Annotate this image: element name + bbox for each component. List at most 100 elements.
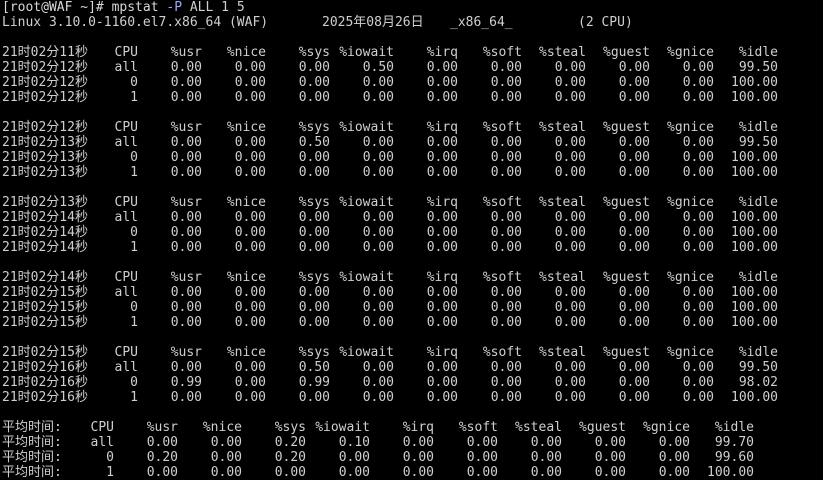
stat-row: 21时02分13秒 1 0.00 0.00 0.00 0.00 0.00 0.00 0.00 0.… <box>0 165 823 180</box>
average-iowait: 0.10 <box>338 435 370 450</box>
stat-idle: 100.00 <box>731 165 778 180</box>
stat-guest: 0.00 <box>618 75 650 90</box>
column-header-usr: %usr <box>170 195 202 210</box>
average-header-irq: %irq <box>402 420 434 435</box>
stat-iowait: 0.50 <box>362 60 394 75</box>
stat-idle: 100.00 <box>731 150 778 165</box>
command-text: [root@WAF ~]# mpstat <box>2 0 167 15</box>
column-header-guest: %guest <box>603 120 650 135</box>
average-iowait: 0.00 <box>338 450 370 465</box>
stat-steal: 0.00 <box>554 315 586 330</box>
stat-irq: 0.00 <box>426 360 458 375</box>
stat-irq: 0.00 <box>426 375 458 390</box>
stat-cpu: 1 <box>130 90 138 105</box>
stat-idle: 99.50 <box>738 135 778 150</box>
stat-soft: 0.00 <box>490 135 522 150</box>
column-header-soft: %soft <box>482 345 522 360</box>
stat-row: 21时02分14秒 all 0.00 0.00 0.00 0.00 0.00 0.00 0.00… <box>0 210 823 225</box>
column-header-usr: %usr <box>170 345 202 360</box>
stat-gnice: 0.00 <box>682 210 714 225</box>
stat-idle: 99.50 <box>738 360 778 375</box>
stat-nice: 0.00 <box>234 375 266 390</box>
stat-row: 21时02分12秒 1 0.00 0.00 0.00 0.00 0.00 0.00 0.00 0.… <box>0 90 823 105</box>
column-header-irq: %irq <box>426 270 458 285</box>
header-timestamp: 21时02分11秒 <box>2 45 88 60</box>
header-timestamp: 21时02分12秒 <box>2 120 88 135</box>
stat-gnice: 0.00 <box>682 375 714 390</box>
average-iowait: 0.00 <box>338 465 370 480</box>
column-header-irq: %irq <box>426 45 458 60</box>
column-header-irq: %irq <box>426 195 458 210</box>
average-idle: 99.60 <box>714 450 754 465</box>
stat-cpu: 0 <box>130 75 138 90</box>
average-guest: 0.00 <box>594 435 626 450</box>
stat-row: 21时02分16秒 1 0.00 0.00 0.00 0.00 0.00 0.00 0.00 0.… <box>0 390 823 405</box>
header-timestamp: 21时02分14秒 <box>2 270 88 285</box>
average-irq: 0.00 <box>402 465 434 480</box>
stat-soft: 0.00 <box>490 300 522 315</box>
stat-cpu: 1 <box>130 390 138 405</box>
average-steal: 0.00 <box>530 465 562 480</box>
stat-idle: 100.00 <box>731 210 778 225</box>
terminal-window[interactable]: [root@WAF ~]# mpstat -P ALL 1 5 Linux 3.… <box>0 0 823 480</box>
stat-cpu: 1 <box>130 165 138 180</box>
average-usr: 0.00 <box>146 435 178 450</box>
stat-nice: 0.00 <box>234 285 266 300</box>
stat-steal: 0.00 <box>554 150 586 165</box>
stat-cpu: 1 <box>130 315 138 330</box>
column-header-idle: %idle <box>738 270 778 285</box>
average-label: 平均时间: <box>2 450 62 465</box>
stat-soft: 0.00 <box>490 90 522 105</box>
stat-row: 21时02分12秒 0 0.00 0.00 0.00 0.00 0.00 0.00 0.00 0.… <box>0 75 823 90</box>
stat-idle: 100.00 <box>731 240 778 255</box>
stat-idle: 98.02 <box>738 375 778 390</box>
stat-idle: 99.50 <box>738 60 778 75</box>
column-header-usr: %usr <box>170 45 202 60</box>
stat-sys: 0.00 <box>298 315 330 330</box>
stat-guest: 0.00 <box>618 60 650 75</box>
column-header-iowait: %iowait <box>339 345 394 360</box>
column-header-nice: %nice <box>226 195 266 210</box>
stat-iowait: 0.00 <box>362 360 394 375</box>
average-soft: 0.00 <box>466 450 498 465</box>
stat-guest: 0.00 <box>618 135 650 150</box>
row-timestamp: 21时02分15秒 <box>2 300 88 315</box>
stat-sys: 0.00 <box>298 240 330 255</box>
average-header-gnice: %gnice <box>643 420 690 435</box>
stat-iowait: 0.00 <box>362 75 394 90</box>
stat-idle: 100.00 <box>731 390 778 405</box>
stat-steal: 0.00 <box>554 375 586 390</box>
stat-iowait: 0.00 <box>362 300 394 315</box>
column-header-sys: %sys <box>298 345 330 360</box>
row-timestamp: 21时02分13秒 <box>2 135 88 150</box>
average-header-usr: %usr <box>146 420 178 435</box>
stat-usr: 0.00 <box>170 90 202 105</box>
stat-guest: 0.00 <box>618 90 650 105</box>
column-header-sys: %sys <box>298 45 330 60</box>
stat-irq: 0.00 <box>426 285 458 300</box>
column-header-guest: %guest <box>603 45 650 60</box>
column-header-iowait: %iowait <box>339 120 394 135</box>
row-timestamp: 21时02分13秒 <box>2 150 88 165</box>
system-info-line: Linux 3.10.0-1160.el7.x86_64 (WAF) 2025年… <box>0 15 823 30</box>
mpstat-output: 21时02分11秒 CPU %usr %nice %sys %iowait %irq %sof… <box>0 45 823 480</box>
stat-soft: 0.00 <box>490 390 522 405</box>
stat-steal: 0.00 <box>554 240 586 255</box>
stat-idle: 100.00 <box>731 225 778 240</box>
stat-iowait: 0.00 <box>362 390 394 405</box>
stat-guest: 0.00 <box>618 375 650 390</box>
column-header-cpu: CPU <box>114 345 138 360</box>
column-header-row: 21时02分12秒 CPU %usr %nice %sys %iowait %irq %sof… <box>0 120 823 135</box>
column-header-cpu: CPU <box>114 195 138 210</box>
average-nice: 0.00 <box>210 465 242 480</box>
column-header-irq: %irq <box>426 345 458 360</box>
stat-nice: 0.00 <box>234 225 266 240</box>
command-line: [root@WAF ~]# mpstat -P ALL 1 5 <box>0 0 823 15</box>
stat-usr: 0.00 <box>170 285 202 300</box>
row-timestamp: 21时02分16秒 <box>2 390 88 405</box>
row-timestamp: 21时02分16秒 <box>2 360 88 375</box>
stat-irq: 0.00 <box>426 315 458 330</box>
stat-sys: 0.00 <box>298 225 330 240</box>
